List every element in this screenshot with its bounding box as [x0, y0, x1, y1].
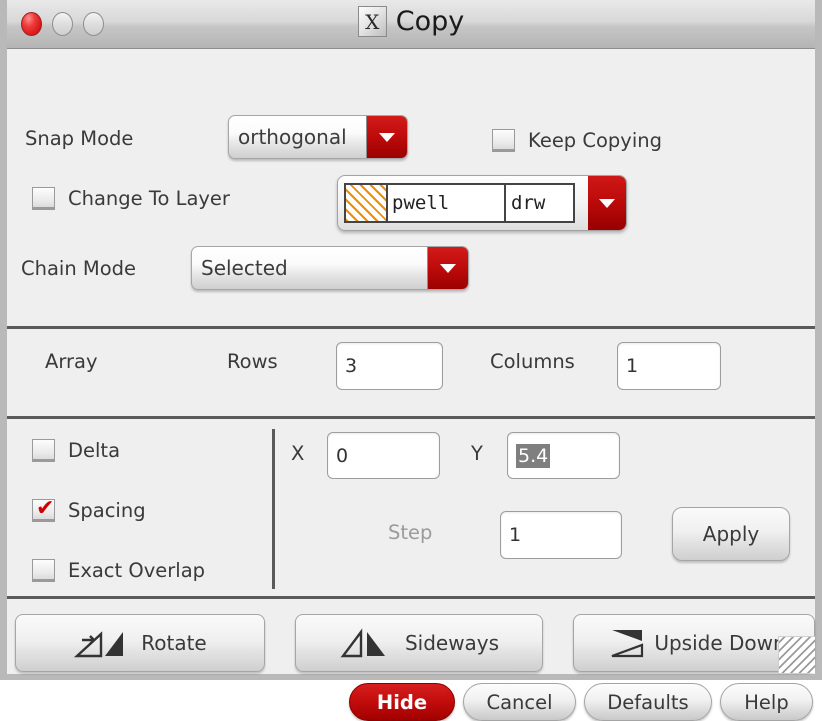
chevron-down-icon — [366, 116, 407, 158]
resize-grip[interactable] — [778, 636, 815, 673]
layer-display: pwell drw — [344, 183, 575, 223]
rotate-button-label: Rotate — [141, 631, 207, 655]
copy-dialog-window: X Copy Snap Mode orthogonal Keep Copying… — [0, 0, 822, 721]
change-to-layer-label: Change To Layer — [68, 187, 230, 210]
step-label: Step — [388, 521, 433, 544]
hide-button-label: Hide — [376, 690, 428, 714]
x11-icon: X — [357, 6, 387, 37]
upside-down-button-label: Upside Down — [654, 631, 786, 655]
columns-input[interactable]: 1 — [617, 342, 721, 390]
spacing-label: Spacing — [68, 499, 146, 522]
y-input-selection: 5.4 — [516, 443, 551, 468]
separator-middle — [7, 416, 815, 419]
sideways-button-label: Sideways — [404, 631, 500, 655]
rotate-icon — [73, 626, 127, 660]
keep-copying-box[interactable] — [492, 129, 515, 152]
columns-label: Columns — [490, 350, 575, 373]
change-to-layer-checkbox[interactable]: Change To Layer — [32, 187, 230, 210]
rotate-button[interactable]: Rotate — [15, 614, 265, 672]
sideways-icon — [339, 626, 391, 660]
keep-copying-checkbox[interactable]: Keep Copying — [492, 129, 662, 152]
separator-bottom — [7, 596, 815, 599]
cancel-button-label: Cancel — [486, 690, 553, 714]
chevron-down-icon[interactable] — [588, 176, 626, 230]
help-button[interactable]: Help — [720, 683, 813, 721]
chain-mode-dropdown[interactable]: Selected — [191, 246, 469, 290]
check-icon: ✔ — [36, 496, 55, 521]
layer-swatch-icon — [346, 185, 388, 221]
help-button-label: Help — [744, 690, 789, 714]
window-title: Copy — [395, 6, 465, 37]
cancel-button[interactable]: Cancel — [463, 683, 576, 721]
y-input[interactable]: 5.4 — [507, 432, 620, 479]
chevron-down-icon — [427, 247, 468, 289]
delta-label: Delta — [68, 439, 121, 462]
rows-label: Rows — [227, 350, 278, 373]
x-label: X — [291, 442, 305, 465]
layer-purpose: drw — [511, 192, 546, 214]
vertical-divider — [272, 429, 275, 589]
rows-input[interactable]: 3 — [336, 342, 443, 390]
delta-box[interactable] — [32, 439, 55, 462]
separator-top — [7, 326, 815, 329]
hide-button[interactable]: Hide — [349, 683, 455, 721]
y-label: Y — [471, 442, 483, 465]
chain-mode-value: Selected — [201, 256, 288, 280]
chain-mode-label: Chain Mode — [21, 257, 137, 280]
defaults-button[interactable]: Defaults — [584, 683, 712, 721]
exact-overlap-box[interactable] — [32, 559, 55, 582]
spacing-box[interactable]: ✔ — [32, 496, 55, 522]
defaults-button-label: Defaults — [607, 690, 689, 714]
array-label: Array — [45, 350, 98, 373]
layer-selector[interactable]: pwell drw — [337, 175, 627, 231]
spacing-checkbox[interactable]: ✔ Spacing — [32, 496, 146, 522]
layer-name: pwell — [388, 185, 506, 221]
title-group: X Copy — [7, 6, 815, 37]
snap-mode-label: Snap Mode — [25, 127, 134, 150]
apply-button[interactable]: Apply — [672, 507, 790, 561]
sideways-button[interactable]: Sideways — [295, 614, 543, 672]
upside-down-icon — [602, 626, 648, 660]
keep-copying-label: Keep Copying — [528, 129, 663, 152]
step-input[interactable]: 1 — [500, 511, 622, 559]
dialog-content: Snap Mode orthogonal Keep Copying Change… — [7, 49, 815, 721]
exact-overlap-checkbox[interactable]: Exact Overlap — [32, 559, 205, 582]
snap-mode-dropdown[interactable]: orthogonal — [228, 115, 408, 159]
change-to-layer-box[interactable] — [32, 187, 55, 210]
delta-checkbox[interactable]: Delta — [32, 439, 120, 462]
exact-overlap-label: Exact Overlap — [68, 559, 206, 582]
apply-button-label: Apply — [702, 522, 760, 546]
title-bar: X Copy — [7, 0, 815, 49]
snap-mode-value: orthogonal — [238, 125, 347, 149]
x-input[interactable]: 0 — [327, 432, 440, 479]
